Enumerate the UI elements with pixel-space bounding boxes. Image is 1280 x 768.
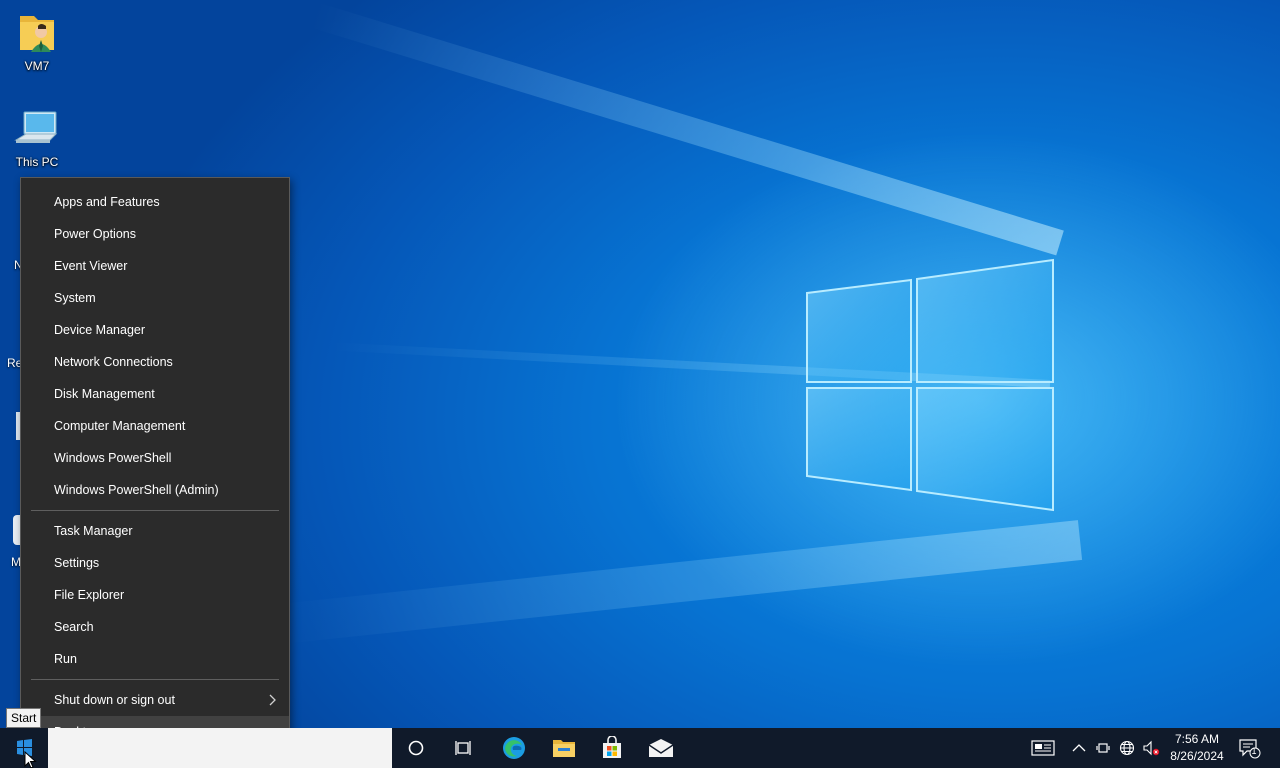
desktop-icon-vm7[interactable]: VM7 (0, 10, 74, 73)
wallpaper-light-beam (310, 2, 1064, 256)
start-tooltip: Start (6, 708, 42, 728)
action-center-button[interactable]: 1 (1234, 728, 1264, 768)
menu-item-windows-powershell[interactable]: Windows PowerShell (21, 442, 289, 474)
task-view-button[interactable] (440, 728, 488, 768)
meet-now-icon (1096, 743, 1110, 753)
taskbar-clock[interactable]: 7:56 AM 8/26/2024 (1162, 731, 1232, 765)
computer-icon (14, 111, 58, 143)
menu-item-network-connections[interactable]: Network Connections (21, 346, 289, 378)
desktop-icon-label: This PC (15, 155, 59, 169)
menu-separator (31, 510, 279, 511)
menu-item-task-manager[interactable]: Task Manager (21, 515, 289, 547)
store-icon (603, 736, 621, 758)
edge-taskbar-button[interactable] (490, 728, 538, 768)
menu-item-apps-and-features[interactable]: Apps and Features (21, 186, 289, 218)
menu-item-system[interactable]: System (21, 282, 289, 314)
edge-icon (503, 737, 525, 759)
show-hidden-icons-button[interactable] (1068, 728, 1090, 768)
user-folder-icon (20, 16, 54, 52)
desktop-icon-label: VM7 (24, 59, 50, 73)
menu-item-power-options[interactable]: Power Options (21, 218, 289, 250)
mail-taskbar-button[interactable] (637, 728, 685, 768)
task-view-icon (455, 741, 471, 755)
news-icon (1031, 740, 1055, 756)
network-icon (1119, 740, 1135, 756)
taskbar: 7:56 AM 8/26/2024 1 (0, 728, 1280, 768)
winx-context-menu: Apps and Features Power Options Event Vi… (20, 177, 290, 756)
chevron-up-icon (1072, 744, 1086, 752)
taskbar-search-box[interactable] (48, 728, 392, 768)
menu-item-disk-management[interactable]: Disk Management (21, 378, 289, 410)
menu-item-device-manager[interactable]: Device Manager (21, 314, 289, 346)
file-explorer-taskbar-button[interactable] (540, 728, 588, 768)
desktop-icon-this-pc[interactable]: This PC (0, 108, 74, 169)
menu-item-computer-management[interactable]: Computer Management (21, 410, 289, 442)
news-and-interests-button[interactable] (1028, 728, 1058, 768)
menu-item-file-explorer[interactable]: File Explorer (21, 579, 289, 611)
wallpaper-light-beam (282, 520, 1083, 644)
store-taskbar-button[interactable] (588, 728, 636, 768)
mail-icon (648, 739, 674, 757)
menu-item-search[interactable]: Search (21, 611, 289, 643)
menu-item-settings[interactable]: Settings (21, 547, 289, 579)
chevron-right-icon (269, 694, 276, 706)
menu-item-windows-powershell-admin[interactable]: Windows PowerShell (Admin) (21, 474, 289, 506)
meet-now-button[interactable] (1093, 728, 1113, 768)
file-explorer-icon (553, 740, 575, 757)
mouse-cursor-icon (24, 751, 37, 768)
clock-time: 7:56 AM (1174, 732, 1220, 746)
network-button[interactable] (1116, 728, 1138, 768)
notification-count: 1 (1251, 746, 1257, 756)
cortana-circle-icon (408, 740, 424, 756)
cortana-button[interactable] (392, 728, 440, 768)
clock-date: 8/26/2024 (1170, 749, 1224, 763)
menu-item-shut-down-or-sign-out[interactable]: Shut down or sign out (21, 684, 289, 716)
menu-item-run[interactable]: Run (21, 643, 289, 675)
volume-button[interactable] (1140, 728, 1162, 768)
menu-item-event-viewer[interactable]: Event Viewer (21, 250, 289, 282)
menu-item-label: Shut down or sign out (54, 693, 175, 707)
menu-separator (31, 679, 279, 680)
volume-muted-icon (1143, 740, 1160, 756)
windows-logo-wallpaper (806, 258, 1054, 512)
